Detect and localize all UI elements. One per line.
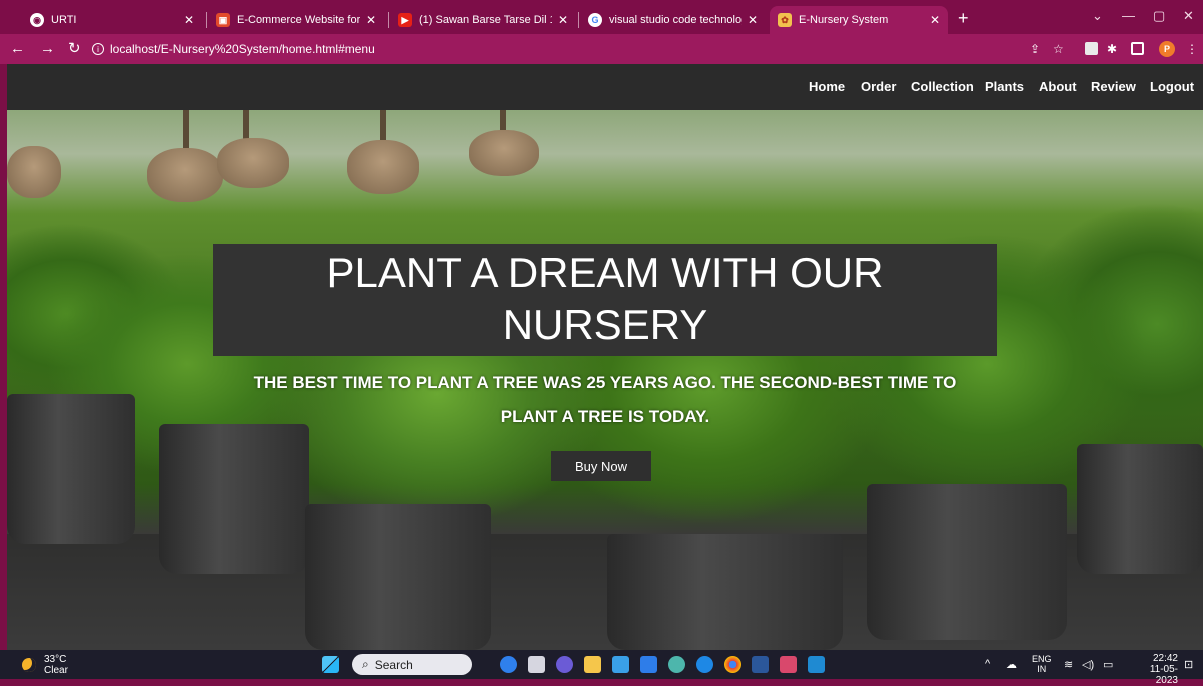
maximize-icon[interactable]: ▢ (1153, 8, 1165, 24)
close-tab-icon[interactable]: ✕ (748, 13, 758, 27)
more-menu-icon[interactable]: ⋮ (1186, 42, 1198, 56)
nav-home[interactable]: Home (809, 79, 845, 94)
extension-icon[interactable] (1085, 42, 1098, 55)
hero-subtitle: THE BEST TIME TO PLANT A TREE WAS 25 YEA… (207, 366, 1003, 434)
nav-plants[interactable]: Plants (985, 79, 1024, 94)
tab-separator (206, 12, 207, 28)
tab-google-search[interactable]: G visual studio code technology - ✕ (580, 6, 766, 34)
address-bar[interactable]: i localhost/E-Nursery%20System/home.html… (92, 38, 1050, 60)
bing-chat-icon[interactable] (500, 656, 517, 673)
close-window-icon[interactable]: ✕ (1183, 8, 1194, 24)
temperature-text: 33°C (44, 654, 67, 665)
info-icon[interactable]: i (92, 43, 104, 55)
tray-chevron-icon[interactable]: ^ (985, 658, 990, 670)
hero-section: Home Order Collection Plants About Revie… (7, 64, 1203, 650)
plant-pot (159, 424, 309, 574)
windows-start-icon[interactable] (322, 656, 339, 673)
tab-ecommerce[interactable]: ▣ E-Commerce Website for Online ✕ (208, 6, 384, 34)
wifi-icon[interactable]: ≋ (1064, 658, 1073, 671)
nav-collection[interactable]: Collection (911, 79, 974, 94)
file-explorer-icon[interactable] (584, 656, 601, 673)
nursery-favicon-icon: ✿ (778, 13, 792, 27)
plant-pot (1077, 444, 1203, 574)
nav-review[interactable]: Review (1091, 79, 1136, 94)
profile-avatar[interactable]: P (1159, 41, 1175, 57)
bookmark-star-icon[interactable]: ☆ (1053, 42, 1064, 56)
url-text: localhost/E-Nursery%20System/home.html#m… (110, 42, 375, 56)
plant-pot (867, 484, 1067, 640)
clock-date: 11-05-2023 (1149, 664, 1178, 686)
language-indicator[interactable]: ENG IN (1032, 654, 1052, 674)
weather-widget[interactable]: 33°C Clear (22, 654, 68, 676)
microsoft-store-icon[interactable] (612, 656, 629, 673)
vscode-icon[interactable] (808, 656, 825, 673)
edge-browser-icon[interactable] (696, 656, 713, 673)
ecommerce-favicon-icon: ▣ (216, 13, 230, 27)
teams-chat-icon[interactable] (556, 656, 573, 673)
close-tab-icon[interactable]: ✕ (366, 13, 376, 27)
nav-about[interactable]: About (1039, 79, 1077, 94)
app-launcher-icon[interactable] (780, 656, 797, 673)
taskbar-search[interactable]: ⌕ Search (352, 654, 472, 675)
reload-icon[interactable]: ↻ (68, 40, 81, 58)
globe-icon: ◉ (30, 13, 44, 27)
side-panel-icon[interactable] (1131, 42, 1144, 55)
hero-title-line-2: NURSERY (502, 301, 708, 348)
tab-urti[interactable]: ◉ URTI ✕ (22, 6, 202, 34)
youtube-icon: ▶ (398, 13, 412, 27)
nav-order[interactable]: Order (861, 79, 896, 94)
root-ball (347, 140, 419, 194)
hero-subtitle-line-1: THE BEST TIME TO PLANT A TREE WAS 25 YEA… (253, 373, 957, 392)
tab-search-chevron-icon[interactable]: ⌄ (1092, 8, 1103, 24)
clock-time: 22:42 (1152, 653, 1178, 664)
close-tab-icon[interactable]: ✕ (184, 13, 194, 27)
new-tab-button[interactable]: + (958, 9, 969, 27)
google-icon: G (588, 13, 602, 27)
cloud-tray-icon[interactable]: ☁ (1006, 658, 1017, 671)
battery-icon[interactable]: ▭ (1103, 658, 1113, 671)
search-icon: ⌕ (362, 657, 369, 671)
plant-pot (7, 394, 135, 544)
browser-toolbar: ← → ↻ i localhost/E-Nursery%20System/hom… (0, 34, 1203, 64)
root-ball (147, 148, 223, 202)
search-placeholder: Search (374, 657, 413, 672)
close-tab-icon[interactable]: ✕ (558, 13, 568, 27)
browser-tab-strip: ◉ URTI ✕ ▣ E-Commerce Website for Online… (0, 0, 1203, 34)
puzzle-extensions-icon[interactable]: ✱ (1107, 42, 1117, 56)
forward-arrow-icon[interactable]: → (40, 40, 55, 58)
root-ball (469, 130, 539, 176)
weather-condition-text: Clear (44, 665, 68, 676)
taskbar-clock[interactable]: 22:42 11-05-2023 (1128, 653, 1178, 686)
mail-app-icon[interactable] (640, 656, 657, 673)
minimize-icon[interactable]: — (1122, 8, 1135, 23)
nav-logout[interactable]: Logout (1150, 79, 1194, 94)
site-navbar: Home Order Collection Plants About Revie… (7, 64, 1203, 110)
app-icon[interactable] (668, 656, 685, 673)
windows-taskbar: 33°C Clear ⌕ Search ^ ☁ ENG IN ≋ ◁) ▭ 22… (0, 650, 1203, 686)
tab-youtube[interactable]: ▶ (1) Sawan Barse Tarse Dil 1080P ✕ (390, 6, 576, 34)
notification-icon[interactable]: ⊡ (1184, 658, 1193, 671)
volume-icon[interactable]: ◁) (1082, 658, 1094, 671)
hero-title: PLANT A DREAM WITH OUR NURSERY (213, 247, 997, 351)
chrome-browser-icon[interactable] (724, 656, 741, 673)
root-ball (217, 138, 289, 188)
share-icon[interactable]: ⇪ (1030, 42, 1040, 56)
root-ball (7, 146, 61, 198)
moon-weather-icon (22, 658, 36, 672)
plant-pot (607, 534, 843, 650)
back-arrow-icon[interactable]: ← (10, 40, 25, 58)
tab-separator (388, 12, 389, 28)
hero-subtitle-line-2: PLANT A TREE IS TODAY. (500, 407, 710, 426)
tab-separator (578, 12, 579, 28)
tab-e-nursery-active[interactable]: ✿ E-Nursery System ✕ (770, 6, 948, 34)
task-view-icon[interactable] (528, 656, 545, 673)
buy-now-button[interactable]: Buy Now (551, 451, 651, 481)
word-icon[interactable] (752, 656, 769, 673)
hero-title-line-1: PLANT A DREAM WITH OUR (326, 249, 884, 296)
close-tab-icon[interactable]: ✕ (930, 13, 940, 27)
plant-pot (305, 504, 491, 650)
